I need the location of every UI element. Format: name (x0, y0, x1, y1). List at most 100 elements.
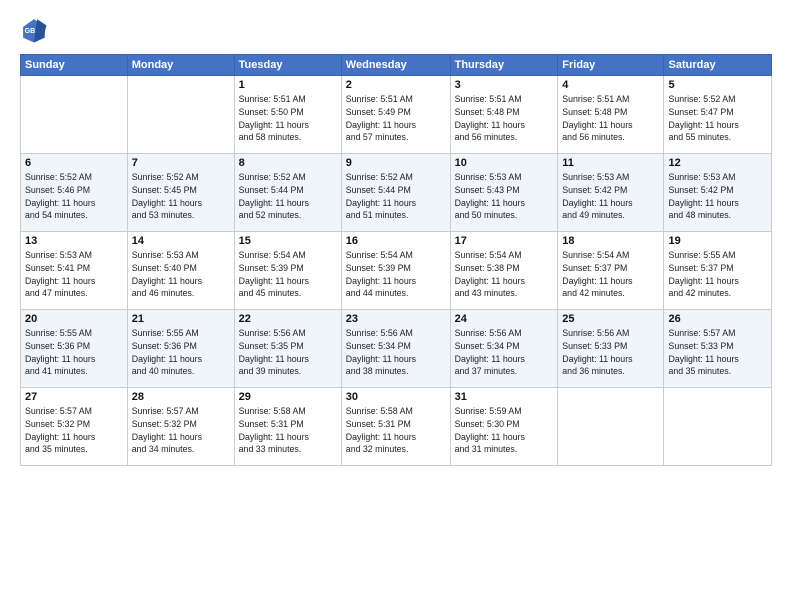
calendar-week-row: 27 Sunrise: 5:57 AM Sunset: 5:32 PM Dayli… (21, 388, 772, 466)
day-number: 14 (132, 235, 230, 247)
day-header-wednesday: Wednesday (341, 55, 450, 76)
calendar-cell: 7 Sunrise: 5:52 AM Sunset: 5:45 PM Daylig… (127, 154, 234, 232)
calendar-cell: 5 Sunrise: 5:52 AM Sunset: 5:47 PM Daylig… (664, 76, 772, 154)
day-detail: Sunrise: 5:52 AM Sunset: 5:44 PM Dayligh… (239, 171, 337, 222)
day-number: 28 (132, 391, 230, 403)
day-number: 17 (455, 235, 554, 247)
day-number: 8 (239, 157, 337, 169)
day-number: 2 (346, 79, 446, 91)
day-detail: Sunrise: 5:53 AM Sunset: 5:42 PM Dayligh… (668, 171, 767, 222)
calendar-cell (21, 76, 128, 154)
day-detail: Sunrise: 5:57 AM Sunset: 5:32 PM Dayligh… (132, 405, 230, 456)
calendar-cell: 26 Sunrise: 5:57 AM Sunset: 5:33 PM Dayli… (664, 310, 772, 388)
day-number: 4 (562, 79, 659, 91)
calendar-cell: 8 Sunrise: 5:52 AM Sunset: 5:44 PM Daylig… (234, 154, 341, 232)
day-number: 16 (346, 235, 446, 247)
calendar-cell: 24Sunrise: 5:56 AM Sunset: 5:34 PM Dayli… (450, 310, 558, 388)
logo-icon: GB (20, 16, 48, 44)
day-number: 25 (562, 313, 659, 325)
day-detail: Sunrise: 5:55 AM Sunset: 5:36 PM Dayligh… (132, 327, 230, 378)
calendar-week-row: 6Sunrise: 5:52 AM Sunset: 5:46 PM Daylig… (21, 154, 772, 232)
day-number: 6 (25, 157, 123, 169)
day-detail: Sunrise: 5:59 AM Sunset: 5:30 PM Dayligh… (455, 405, 554, 456)
day-detail: Sunrise: 5:58 AM Sunset: 5:31 PM Dayligh… (239, 405, 337, 456)
calendar-cell: 17 Sunrise: 5:54 AM Sunset: 5:38 PM Dayli… (450, 232, 558, 310)
calendar-week-row: 1 Sunrise: 5:51 AM Sunset: 5:50 PM Daylig… (21, 76, 772, 154)
calendar-cell: 2 Sunrise: 5:51 AM Sunset: 5:49 PM Daylig… (341, 76, 450, 154)
calendar-header-row: SundayMondayTuesdayWednesdayThursdayFrid… (21, 55, 772, 76)
day-number: 5 (668, 79, 767, 91)
day-detail: Sunrise: 5:54 AM Sunset: 5:38 PM Dayligh… (455, 249, 554, 300)
day-number: 9 (346, 157, 446, 169)
day-detail: Sunrise: 5:54 AM Sunset: 5:37 PM Dayligh… (562, 249, 659, 300)
day-header-friday: Friday (558, 55, 664, 76)
day-number: 15 (239, 235, 337, 247)
day-detail: Sunrise: 5:53 AM Sunset: 5:40 PM Dayligh… (132, 249, 230, 300)
day-detail: Sunrise: 5:58 AM Sunset: 5:31 PM Dayligh… (346, 405, 446, 456)
calendar-cell: 3 Sunrise: 5:51 AM Sunset: 5:48 PM Daylig… (450, 76, 558, 154)
day-detail: Sunrise: 5:53 AM Sunset: 5:41 PM Dayligh… (25, 249, 123, 300)
calendar-cell: 28 Sunrise: 5:57 AM Sunset: 5:32 PM Dayli… (127, 388, 234, 466)
calendar-cell: 13Sunrise: 5:53 AM Sunset: 5:41 PM Dayli… (21, 232, 128, 310)
day-detail: Sunrise: 5:52 AM Sunset: 5:47 PM Dayligh… (668, 93, 767, 144)
day-header-saturday: Saturday (664, 55, 772, 76)
day-detail: Sunrise: 5:57 AM Sunset: 5:32 PM Dayligh… (25, 405, 123, 456)
calendar-cell: 12 Sunrise: 5:53 AM Sunset: 5:42 PM Dayli… (664, 154, 772, 232)
day-number: 30 (346, 391, 446, 403)
calendar-cell: 29 Sunrise: 5:58 AM Sunset: 5:31 PM Dayli… (234, 388, 341, 466)
page: GB SundayMondayTuesdayWednesdayThursdayF… (0, 0, 792, 612)
calendar-cell: 16 Sunrise: 5:54 AM Sunset: 5:39 PM Dayli… (341, 232, 450, 310)
day-detail: Sunrise: 5:51 AM Sunset: 5:48 PM Dayligh… (455, 93, 554, 144)
day-detail: Sunrise: 5:51 AM Sunset: 5:48 PM Dayligh… (562, 93, 659, 144)
day-detail: Sunrise: 5:54 AM Sunset: 5:39 PM Dayligh… (346, 249, 446, 300)
day-header-thursday: Thursday (450, 55, 558, 76)
day-detail: Sunrise: 5:52 AM Sunset: 5:45 PM Dayligh… (132, 171, 230, 222)
day-number: 3 (455, 79, 554, 91)
day-detail: Sunrise: 5:55 AM Sunset: 5:36 PM Dayligh… (25, 327, 123, 378)
calendar-cell: 25 Sunrise: 5:56 AM Sunset: 5:33 PM Dayli… (558, 310, 664, 388)
calendar-cell: 10 Sunrise: 5:53 AM Sunset: 5:43 PM Dayli… (450, 154, 558, 232)
day-number: 12 (668, 157, 767, 169)
calendar-cell: 15Sunrise: 5:54 AM Sunset: 5:39 PM Dayli… (234, 232, 341, 310)
calendar-cell: 9 Sunrise: 5:52 AM Sunset: 5:44 PM Daylig… (341, 154, 450, 232)
header: GB (20, 16, 772, 44)
calendar-cell: 30 Sunrise: 5:58 AM Sunset: 5:31 PM Dayli… (341, 388, 450, 466)
day-number: 19 (668, 235, 767, 247)
calendar-cell: 18 Sunrise: 5:54 AM Sunset: 5:37 PM Dayli… (558, 232, 664, 310)
day-header-tuesday: Tuesday (234, 55, 341, 76)
calendar-table: SundayMondayTuesdayWednesdayThursdayFrid… (20, 54, 772, 466)
calendar-cell: 11Sunrise: 5:53 AM Sunset: 5:42 PM Dayli… (558, 154, 664, 232)
day-detail: Sunrise: 5:56 AM Sunset: 5:33 PM Dayligh… (562, 327, 659, 378)
svg-text:GB: GB (25, 28, 36, 35)
day-number: 22 (239, 313, 337, 325)
calendar-cell: 21 Sunrise: 5:55 AM Sunset: 5:36 PM Dayli… (127, 310, 234, 388)
day-number: 10 (455, 157, 554, 169)
day-detail: Sunrise: 5:56 AM Sunset: 5:34 PM Dayligh… (455, 327, 554, 378)
day-number: 20 (25, 313, 123, 325)
day-detail: Sunrise: 5:56 AM Sunset: 5:34 PM Dayligh… (346, 327, 446, 378)
day-number: 21 (132, 313, 230, 325)
day-detail: Sunrise: 5:57 AM Sunset: 5:33 PM Dayligh… (668, 327, 767, 378)
calendar-week-row: 20 Sunrise: 5:55 AM Sunset: 5:36 PM Dayli… (21, 310, 772, 388)
calendar-cell (127, 76, 234, 154)
day-number: 29 (239, 391, 337, 403)
day-number: 23 (346, 313, 446, 325)
day-detail: Sunrise: 5:51 AM Sunset: 5:49 PM Dayligh… (346, 93, 446, 144)
day-detail: Sunrise: 5:53 AM Sunset: 5:42 PM Dayligh… (562, 171, 659, 222)
day-detail: Sunrise: 5:53 AM Sunset: 5:43 PM Dayligh… (455, 171, 554, 222)
calendar-week-row: 13Sunrise: 5:53 AM Sunset: 5:41 PM Dayli… (21, 232, 772, 310)
day-number: 1 (239, 79, 337, 91)
day-detail: Sunrise: 5:51 AM Sunset: 5:50 PM Dayligh… (239, 93, 337, 144)
calendar-cell: 20 Sunrise: 5:55 AM Sunset: 5:36 PM Dayli… (21, 310, 128, 388)
calendar-cell: 23 Sunrise: 5:56 AM Sunset: 5:34 PM Dayli… (341, 310, 450, 388)
calendar-cell: 27 Sunrise: 5:57 AM Sunset: 5:32 PM Dayli… (21, 388, 128, 466)
calendar-cell: 4 Sunrise: 5:51 AM Sunset: 5:48 PM Daylig… (558, 76, 664, 154)
day-detail: Sunrise: 5:52 AM Sunset: 5:44 PM Dayligh… (346, 171, 446, 222)
calendar-cell (664, 388, 772, 466)
day-detail: Sunrise: 5:55 AM Sunset: 5:37 PM Dayligh… (668, 249, 767, 300)
day-number: 7 (132, 157, 230, 169)
day-number: 26 (668, 313, 767, 325)
day-header-sunday: Sunday (21, 55, 128, 76)
day-number: 18 (562, 235, 659, 247)
day-number: 27 (25, 391, 123, 403)
